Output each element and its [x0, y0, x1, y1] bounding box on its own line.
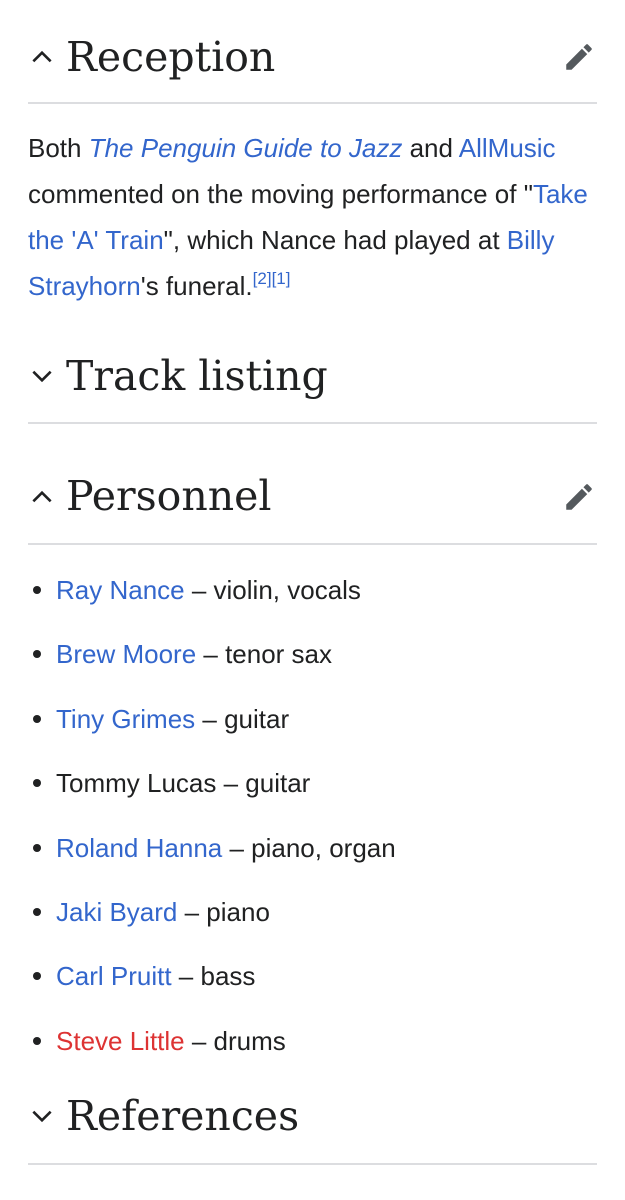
bullet	[33, 586, 41, 594]
link-label: The Penguin Guide to Jazz	[88, 133, 403, 163]
list-item: Roland Hanna – piano, organ	[28, 824, 597, 888]
bullet	[33, 714, 41, 723]
link-roland-hanna[interactable]: Roland Hanna	[56, 833, 222, 863]
person-name: Tommy Lucas	[56, 768, 217, 799]
section-header-track-listing[interactable]: Track listing	[28, 336, 597, 424]
role-text: – guitar	[216, 768, 311, 799]
text-fragment: and	[402, 133, 459, 163]
section-title-track-listing: Track listing	[66, 351, 328, 400]
bullet	[33, 907, 41, 916]
reference-link-2[interactable]: [2]	[253, 269, 272, 288]
list-item: Tommy Lucas – guitar	[28, 759, 597, 823]
chevron-down-icon[interactable]	[28, 362, 56, 390]
bullet	[33, 650, 41, 659]
list-item: Brew Moore – tenor sax	[28, 630, 597, 694]
reception-paragraph: Both The Penguin Guide to Jazz and AllMu…	[28, 125, 597, 309]
text-fragment: commented on the moving performance of "	[28, 179, 533, 209]
role-text: – guitar	[195, 703, 290, 734]
list-item: Steve Little – drums	[28, 1017, 597, 1081]
pencil-icon[interactable]	[561, 39, 597, 75]
link-carl-pruitt[interactable]: Carl Pruitt	[56, 961, 172, 991]
pencil-icon[interactable]	[561, 479, 597, 515]
bullet	[33, 1036, 41, 1045]
link-tiny-grimes[interactable]: Tiny Grimes	[56, 704, 195, 734]
chevron-down-icon[interactable]	[28, 1102, 56, 1130]
text-fragment: 's funeral.	[140, 271, 253, 301]
chevron-up-icon[interactable]	[28, 43, 56, 71]
text-fragment: Both	[28, 133, 89, 163]
list-item: Tiny Grimes – guitar	[28, 695, 597, 759]
role-text: – drums	[184, 1025, 286, 1056]
reference-link-1[interactable]: [1]	[272, 269, 291, 288]
section-title-references: References	[66, 1091, 300, 1140]
list-item: Carl Pruitt – bass	[28, 952, 597, 1016]
section-header-references[interactable]: References	[28, 1075, 597, 1165]
link-penguin-guide[interactable]: The Penguin Guide to Jazz	[89, 133, 403, 163]
role-text: – piano, organ	[222, 832, 396, 863]
text-fragment: ", which Nance had played at	[163, 225, 507, 255]
link-brew-moore[interactable]: Brew Moore	[56, 639, 196, 669]
link-jaki-byard[interactable]: Jaki Byard	[56, 897, 177, 927]
bullet	[33, 972, 41, 981]
role-text: – bass	[171, 961, 256, 992]
bullet	[33, 779, 41, 788]
role-text: – piano	[177, 896, 270, 927]
section-title-personnel: Personnel	[66, 472, 272, 520]
section-header-reception[interactable]: Reception	[28, 22, 597, 104]
chevron-up-icon[interactable]	[28, 483, 56, 511]
link-allmusic[interactable]: AllMusic	[459, 133, 556, 163]
bullet	[33, 843, 41, 852]
redlink-steve-little[interactable]: Steve Little	[56, 1026, 185, 1056]
list-item: Jaki Byard – piano	[28, 888, 597, 952]
list-item: Ray Nance – violin, vocals	[28, 566, 597, 630]
section-title-reception: Reception	[66, 32, 276, 81]
link-ray-nance[interactable]: Ray Nance	[56, 575, 185, 605]
role-text: – violin, vocals	[184, 575, 361, 605]
role-text: – tenor sax	[196, 639, 333, 670]
personnel-list: Ray Nance – violin, vocals Brew Moore – …	[28, 566, 597, 1081]
section-header-personnel[interactable]: Personnel	[28, 460, 597, 545]
